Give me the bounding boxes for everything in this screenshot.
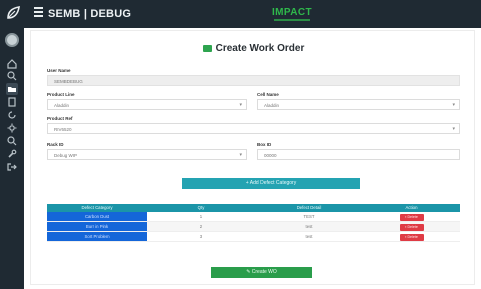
settings-icon[interactable] [6, 122, 18, 134]
cell-name-label: Cell Name [257, 92, 279, 97]
add-defect-category-button[interactable]: + Add Defect Category [182, 178, 360, 189]
create-wo-button[interactable]: ✎ Create WO [211, 267, 312, 278]
table-row: Burr in Pink 2 test ▪ Delete [47, 222, 460, 232]
defect-category-cell: Carbon Dust [47, 212, 147, 221]
action-cell: ▪ Delete [363, 222, 460, 231]
product-line-value: Aladdin [54, 103, 70, 108]
cell-name-select[interactable]: Aladdin ▾ [257, 99, 460, 110]
column-header-defect-category: Defect Category [81, 205, 113, 210]
create-wo-label: Create WO [251, 269, 277, 275]
brand-logo: IMPACT [272, 7, 312, 18]
column-header-action: Action [405, 205, 418, 210]
search-icon[interactable] [6, 70, 18, 82]
delete-label: Delete [407, 235, 418, 239]
user-name-value: SEMBDEBUG [54, 79, 83, 84]
work-order-card: Create Work Order User Name SEMBDEBUG Pr… [30, 30, 475, 285]
folder-icon[interactable] [6, 83, 18, 95]
delete-label: Delete [407, 215, 418, 219]
box-id-label: Box ID [257, 142, 272, 147]
product-ref-select[interactable]: RIV6520 ▾ [47, 123, 460, 134]
delete-button[interactable]: ▪ Delete [399, 224, 424, 231]
box-id-value: 00000 [264, 153, 277, 158]
table-header: Defect Category Qty Defect Detail Action [47, 204, 460, 212]
top-bar: SEMB | DEBUG IMPACT [0, 0, 481, 28]
user-name-field: SEMBDEBUG [47, 75, 460, 86]
chevron-down-icon: ▾ [239, 152, 242, 158]
sidebar [0, 28, 24, 289]
defect-category-cell: Burr in Pink [47, 222, 147, 231]
rack-id-select[interactable]: Debug WIP ▾ [47, 149, 247, 160]
delete-button[interactable]: ▪ Delete [399, 214, 424, 221]
column-header-defect-detail: Defect Detail [296, 205, 322, 210]
product-line-select[interactable]: Aladdin ▾ [47, 99, 247, 110]
defect-detail-cell: test [305, 234, 313, 239]
defect-category-cell: Sort Problem [47, 232, 147, 241]
action-cell: ▪ Delete [363, 232, 460, 241]
box-id-input[interactable]: 00000 [257, 149, 460, 160]
folder-icon [202, 45, 212, 52]
leaf-icon [5, 5, 21, 21]
wrench-icon[interactable] [6, 148, 18, 160]
menu-toggle-icon[interactable] [34, 7, 46, 19]
qty-cell: 1 [199, 214, 203, 219]
page-title-text: Create Work Order [215, 43, 305, 54]
delete-label: Delete [407, 225, 418, 229]
cell-name-value: Aladdin [264, 103, 280, 108]
chevron-down-icon: ▾ [239, 102, 242, 108]
avatar[interactable] [5, 33, 19, 47]
column-header-qty: Qty [197, 205, 205, 210]
search-icon[interactable] [6, 135, 18, 147]
rack-id-value: Debug WIP [54, 153, 78, 158]
action-cell: ▪ Delete [363, 212, 460, 221]
qty-cell: 2 [199, 224, 203, 229]
app-title: SEMB | DEBUG [48, 8, 132, 20]
defect-detail-cell: TEST [303, 214, 315, 219]
qty-cell: 3 [199, 234, 203, 239]
rack-id-label: Rack ID [47, 142, 64, 147]
main-content: Create Work Order User Name SEMBDEBUG Pr… [24, 28, 481, 289]
table-row: Sort Problem 3 test ▪ Delete [47, 232, 460, 242]
product-ref-label: Product Ref [47, 116, 73, 121]
product-line-label: Product Line [47, 92, 75, 97]
file-icon[interactable] [6, 96, 18, 108]
home-icon[interactable] [6, 58, 18, 70]
user-name-label: User Name [47, 68, 71, 73]
delete-button[interactable]: ▪ Delete [399, 234, 424, 241]
product-ref-value: RIV6520 [54, 127, 72, 132]
refresh-icon[interactable] [6, 109, 18, 121]
app-window: SEMB | DEBUG IMPACT Create Work Order Us… [0, 0, 481, 289]
page-title: Create Work Order [31, 43, 476, 54]
brand-underline [274, 19, 310, 21]
defect-detail-cell: test [305, 224, 313, 229]
defect-table: Defect Category Qty Defect Detail Action… [47, 204, 460, 242]
logout-icon[interactable] [6, 161, 18, 173]
chevron-down-icon: ▾ [452, 126, 455, 132]
table-row: Carbon Dust 1 TEST ▪ Delete [47, 212, 460, 222]
chevron-down-icon: ▾ [452, 102, 455, 108]
